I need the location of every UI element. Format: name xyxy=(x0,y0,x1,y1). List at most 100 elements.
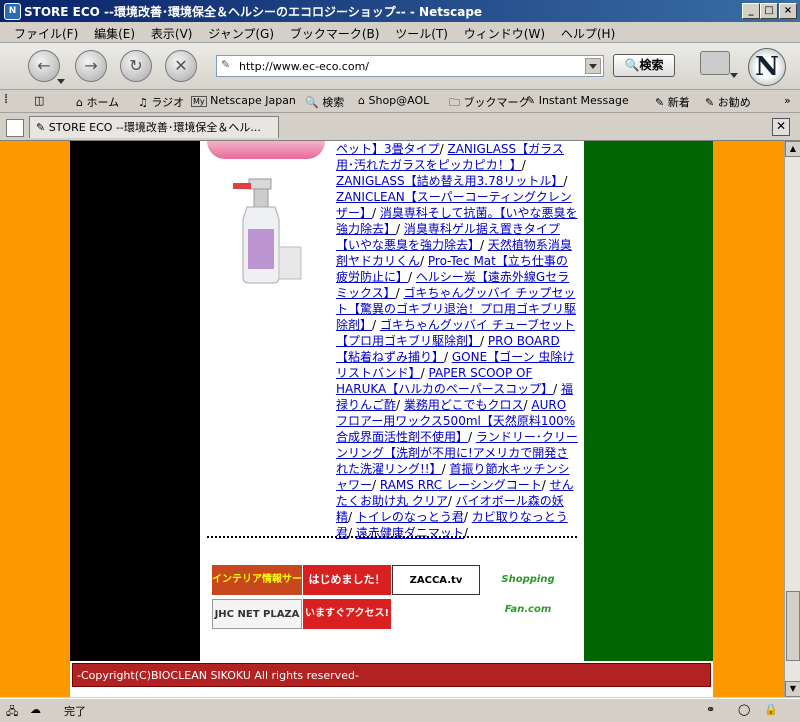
url-input[interactable] xyxy=(237,57,581,75)
netscape-throbber-icon[interactable]: N xyxy=(748,48,786,86)
bookmark-new[interactable]: ✎ 新着 xyxy=(655,94,690,110)
menu-go[interactable]: ジャンプ(G) xyxy=(202,22,280,42)
lock-icon[interactable]: 🔒 xyxy=(764,703,778,716)
bookmark-radio[interactable]: ♫ ラジオ xyxy=(138,94,184,110)
online-status-icon: ◯ xyxy=(738,703,751,716)
menu-tools[interactable]: ツール(T) xyxy=(389,22,454,42)
link-separator: / xyxy=(420,254,428,268)
banner-hajimemashita[interactable]: はじめました！ xyxy=(303,565,391,595)
back-dropdown-icon[interactable] xyxy=(57,79,65,84)
product-link[interactable]: RAMS RRC レーシングコート xyxy=(380,478,542,492)
menu-bar: ファイル(F) 編集(E) 表示(V) ジャンプ(G) ブックマーク(B) ツー… xyxy=(0,22,800,43)
banner-interior-search[interactable]: インテリア情報サーチ xyxy=(212,565,302,615)
reload-button[interactable]: ↻ xyxy=(120,50,152,82)
print-icon[interactable] xyxy=(700,51,730,75)
link-separator: / xyxy=(480,238,488,252)
print-dropdown-icon[interactable] xyxy=(730,73,738,78)
link-separator: / xyxy=(521,158,526,172)
new-tab-icon[interactable] xyxy=(6,119,24,137)
tab-bar: ✎ STORE ECO --環境改善･環境保全＆ヘル... ✕ xyxy=(0,113,800,141)
tab-store-eco[interactable]: ✎ STORE ECO --環境改善･環境保全＆ヘル... xyxy=(29,116,279,138)
stop-button[interactable]: ✕ xyxy=(165,50,197,82)
menu-bookmarks[interactable]: ブックマーク(B) xyxy=(284,22,386,42)
bookmark-shop-aol[interactable]: ⌂ Shop@AOL xyxy=(358,94,429,107)
search-button[interactable]: 🔍検索 xyxy=(613,54,675,77)
tab-title: STORE ECO --環境改善･環境保全＆ヘル... xyxy=(48,121,261,134)
back-arrow-icon: ← xyxy=(37,56,51,75)
forward-button[interactable]: → xyxy=(75,50,107,82)
menu-window[interactable]: ウィンドウ(W) xyxy=(458,22,551,42)
product-image-top[interactable] xyxy=(207,141,325,159)
status-text: 完了 xyxy=(64,705,86,718)
maximize-button[interactable]: □ xyxy=(760,3,778,19)
spray-bottle-image[interactable] xyxy=(227,177,307,287)
link-separator: / xyxy=(408,270,416,284)
bookmark-recommend-label: お勧め xyxy=(717,96,751,109)
right-green-column xyxy=(584,141,713,661)
product-images xyxy=(207,141,332,581)
chevron-down-icon xyxy=(589,64,597,69)
link-separator: / xyxy=(541,478,550,492)
link-icon: ✎ xyxy=(655,96,665,109)
dotted-divider xyxy=(207,536,577,538)
network-status-icon[interactable]: 🖧 xyxy=(6,703,18,722)
close-window-button[interactable]: × xyxy=(779,3,797,19)
bookmark-search[interactable]: 🔍 検索 xyxy=(305,94,344,110)
home-icon: ⌂ xyxy=(76,96,83,109)
link-separator: / xyxy=(439,142,448,156)
bookmark-recommend[interactable]: ✎ お勧め xyxy=(705,94,751,110)
scroll-up-icon[interactable]: ▲ xyxy=(785,141,800,157)
minimize-button[interactable]: _ xyxy=(742,3,760,19)
product-link[interactable]: トイレのなっとう君 xyxy=(356,510,464,524)
product-link[interactable]: 業務用どこでもクロス xyxy=(404,398,524,412)
url-dropdown-button[interactable] xyxy=(585,58,601,74)
link-separator: / xyxy=(480,334,488,348)
page-body: ペット】3畳タイプ/ ZANIGLASS【ガラス用･汚れたガラスをピッカピカ！】… xyxy=(70,141,713,697)
banner-zacca-tv[interactable]: ZACCA.tv xyxy=(392,565,480,595)
security-status-icon[interactable]: ☁ xyxy=(30,703,41,716)
scroll-thumb[interactable] xyxy=(786,591,800,661)
scroll-down-icon[interactable]: ▼ xyxy=(785,681,800,697)
sidebar-toggle-icon[interactable]: ◫ xyxy=(34,94,44,107)
url-bar[interactable]: ✎ xyxy=(216,55,604,77)
menu-file[interactable]: ファイル(F) xyxy=(0,22,84,42)
netscape-icon: N xyxy=(4,3,21,20)
folder-icon: 🗀 xyxy=(449,96,460,109)
product-link-list: ペット】3畳タイプ/ ZANIGLASS【ガラス用･汚れたガラスをピッカピカ！】… xyxy=(336,141,578,541)
bookmark-home-label: ホーム xyxy=(86,96,120,109)
menu-edit[interactable]: 編集(E) xyxy=(88,22,141,42)
link-separator: / xyxy=(468,430,476,444)
vertical-scrollbar[interactable]: ▲ ▼ xyxy=(784,141,800,697)
page-viewport: ペット】3畳タイプ/ ZANIGLASS【ガラス用･汚れたガラスをピッカピカ！】… xyxy=(0,141,784,697)
menu-view[interactable]: 表示(V) xyxy=(145,22,199,42)
back-button[interactable]: ← xyxy=(28,50,60,82)
link-separator: / xyxy=(553,382,562,396)
link-separator: / xyxy=(396,398,404,412)
page-icon: ✎ xyxy=(221,58,231,71)
link-separator: / xyxy=(372,318,380,332)
close-tab-button[interactable]: ✕ xyxy=(772,118,790,136)
left-black-column xyxy=(70,141,200,661)
menu-help[interactable]: ヘルプ(H) xyxy=(555,22,621,42)
title-bar: N STORE ECO --環境改善･環境保全＆ヘルシーのエコロジーショップ--… xyxy=(0,0,800,22)
banner-shopping-fan[interactable]: Shopping Fan.com xyxy=(482,565,574,615)
banner-access-now[interactable]: いますぐアクセス! xyxy=(303,599,391,629)
bookmark-instant-message[interactable]: ✎ Instant Message xyxy=(526,94,629,107)
my-icon: My xyxy=(191,96,207,107)
banner-jhc-net-plaza[interactable]: JHC NET PLAZA xyxy=(212,599,302,629)
bookmark-shop-aol-label: Shop@AOL xyxy=(368,94,430,107)
navigation-toolbar: ← → ↻ ✕ ✎ 🔍検索 N xyxy=(0,43,800,90)
bookmark-home[interactable]: ⌂ ホーム xyxy=(76,94,119,110)
toolbar-overflow-icon[interactable]: » xyxy=(784,94,791,107)
bookmarks-folder[interactable]: 🗀 ブックマーク xyxy=(449,94,530,113)
product-link[interactable]: ZANIGLASS【詰め替え用3.78リットル】 xyxy=(336,174,563,188)
link-separator: / xyxy=(372,206,380,220)
bookmark-netscape-japan-label: Netscape Japan xyxy=(210,94,296,107)
link-icon: ✎ xyxy=(705,96,715,109)
bookmark-new-label: 新着 xyxy=(667,96,690,109)
personal-toolbar: ⁞ ◫ ⌂ ホーム ♫ ラジオ My Netscape Japan 🔍 検索 ⌂… xyxy=(0,90,800,113)
status-bar: 🖧 ☁ 完了 ⚭ ◯ 🔒 xyxy=(0,698,800,721)
product-link[interactable]: ペット】3畳タイプ xyxy=(336,142,440,156)
link-separator: / xyxy=(395,286,404,300)
bookmark-netscape-japan[interactable]: My Netscape Japan xyxy=(191,94,296,107)
